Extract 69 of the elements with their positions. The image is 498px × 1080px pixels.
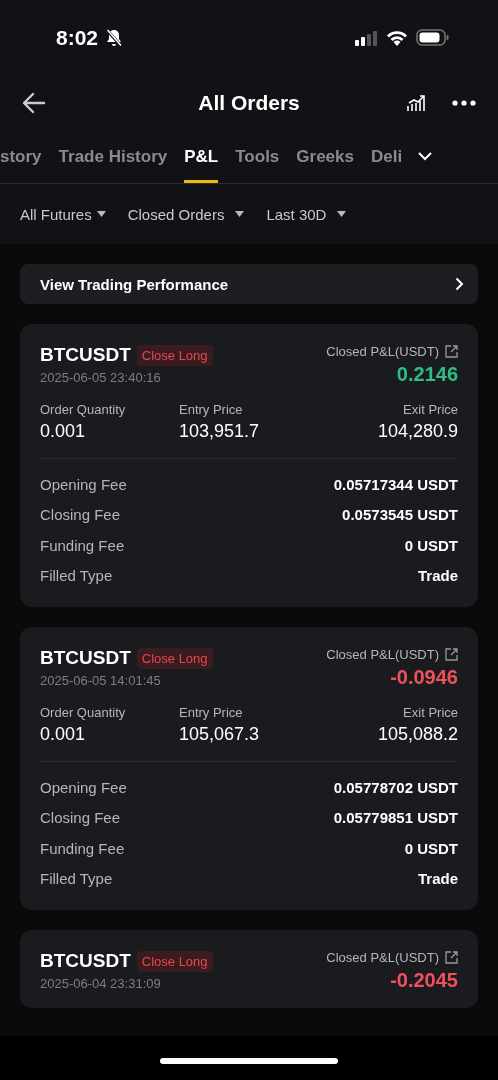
chart-icon[interactable] [406, 93, 426, 112]
chevron-right-icon [455, 277, 464, 291]
fee-value: 0.05717344 USDT [333, 475, 458, 493]
stat-value: 103,951.7 [179, 421, 261, 442]
fee-label: Closing Fee [40, 809, 121, 827]
fee-label: Funding Fee [40, 839, 125, 857]
fee-label: Opening Fee [40, 778, 127, 796]
tab[interactable]: Trade History [58, 130, 168, 183]
order-time: 2025-06-05 23:40:16 [40, 370, 162, 385]
fee-label: Funding Fee [40, 536, 125, 554]
side-tag: Close Long [136, 344, 213, 366]
filter-dropdown[interactable]: All Futures [20, 205, 106, 223]
caret-icon [235, 211, 245, 217]
symbol: BTCUSDT [40, 344, 131, 366]
pnl-value: -0.2045 [390, 969, 458, 992]
tab[interactable]: Greeks [296, 130, 354, 183]
fee-label: Filled Type [40, 567, 113, 585]
side-tag: Close Long [136, 950, 213, 972]
bell-muted-icon [106, 28, 123, 47]
caret-icon [337, 211, 347, 217]
stat-value: 105,067.3 [179, 724, 261, 745]
status-time: 8:02 [56, 25, 99, 50]
stat-label: Entry Price [179, 705, 244, 720]
battery-icon [416, 29, 450, 46]
symbol: BTCUSDT [40, 950, 131, 972]
fee-label: Opening Fee [40, 475, 127, 493]
symbol: BTCUSDT [40, 647, 131, 669]
filter-dropdown[interactable]: Closed Orders [127, 205, 245, 223]
pnl-value: -0.0946 [390, 666, 458, 689]
fee-value: 0.05779851 USDT [333, 809, 458, 827]
side-tag: Close Long [136, 647, 213, 669]
share-icon[interactable] [445, 648, 458, 661]
tab[interactable]: Tools [235, 130, 280, 183]
stat-value: 0.001 [40, 421, 87, 442]
tab[interactable]: Deli [371, 130, 403, 183]
fee-value: 0 USDT [404, 536, 458, 554]
stat-value: 105,088.2 [377, 724, 458, 745]
fee-value: 0.0573545 USDT [342, 506, 458, 524]
stat-label: Order Quantity [40, 402, 127, 417]
order-time: 2025-06-05 14:01:45 [40, 673, 162, 688]
stat-label: Exit Price [403, 705, 458, 720]
fee-value: Trade [417, 567, 458, 585]
caret-icon [96, 211, 106, 217]
stat-label: Exit Price [403, 402, 458, 417]
stat-label: Entry Price [179, 402, 244, 417]
page-title: All Orders [198, 90, 300, 115]
pnl-label: Closed P&L(USDT) [326, 647, 439, 662]
fee-label: Closing Fee [40, 506, 121, 524]
trading-performance-link[interactable]: View Trading Performance [20, 264, 478, 304]
stat-value: 104,280.9 [377, 421, 458, 442]
stat-label: Order Quantity [40, 705, 127, 720]
pnl-value: 0.2146 [396, 363, 458, 386]
pnl-label: Closed P&L(USDT) [326, 344, 439, 359]
order-time: 2025-06-04 23:31:09 [40, 976, 162, 991]
signal-icon [354, 29, 378, 46]
fee-value: 0.05778702 USDT [333, 778, 458, 796]
pnl-label: Closed P&L(USDT) [326, 950, 439, 965]
share-icon[interactable] [445, 951, 458, 964]
fee-label: Filled Type [40, 870, 113, 888]
share-icon[interactable] [445, 345, 458, 358]
wifi-icon [386, 29, 408, 46]
filter-dropdown[interactable]: Last 30D [266, 205, 347, 223]
chevron-down-icon[interactable] [418, 152, 433, 161]
back-arrow-icon[interactable] [22, 91, 46, 114]
tab[interactable]: story [0, 130, 42, 183]
more-icon[interactable] [452, 99, 476, 106]
fee-value: 0 USDT [404, 839, 458, 857]
stat-value: 0.001 [40, 724, 87, 745]
fee-value: Trade [417, 870, 458, 888]
